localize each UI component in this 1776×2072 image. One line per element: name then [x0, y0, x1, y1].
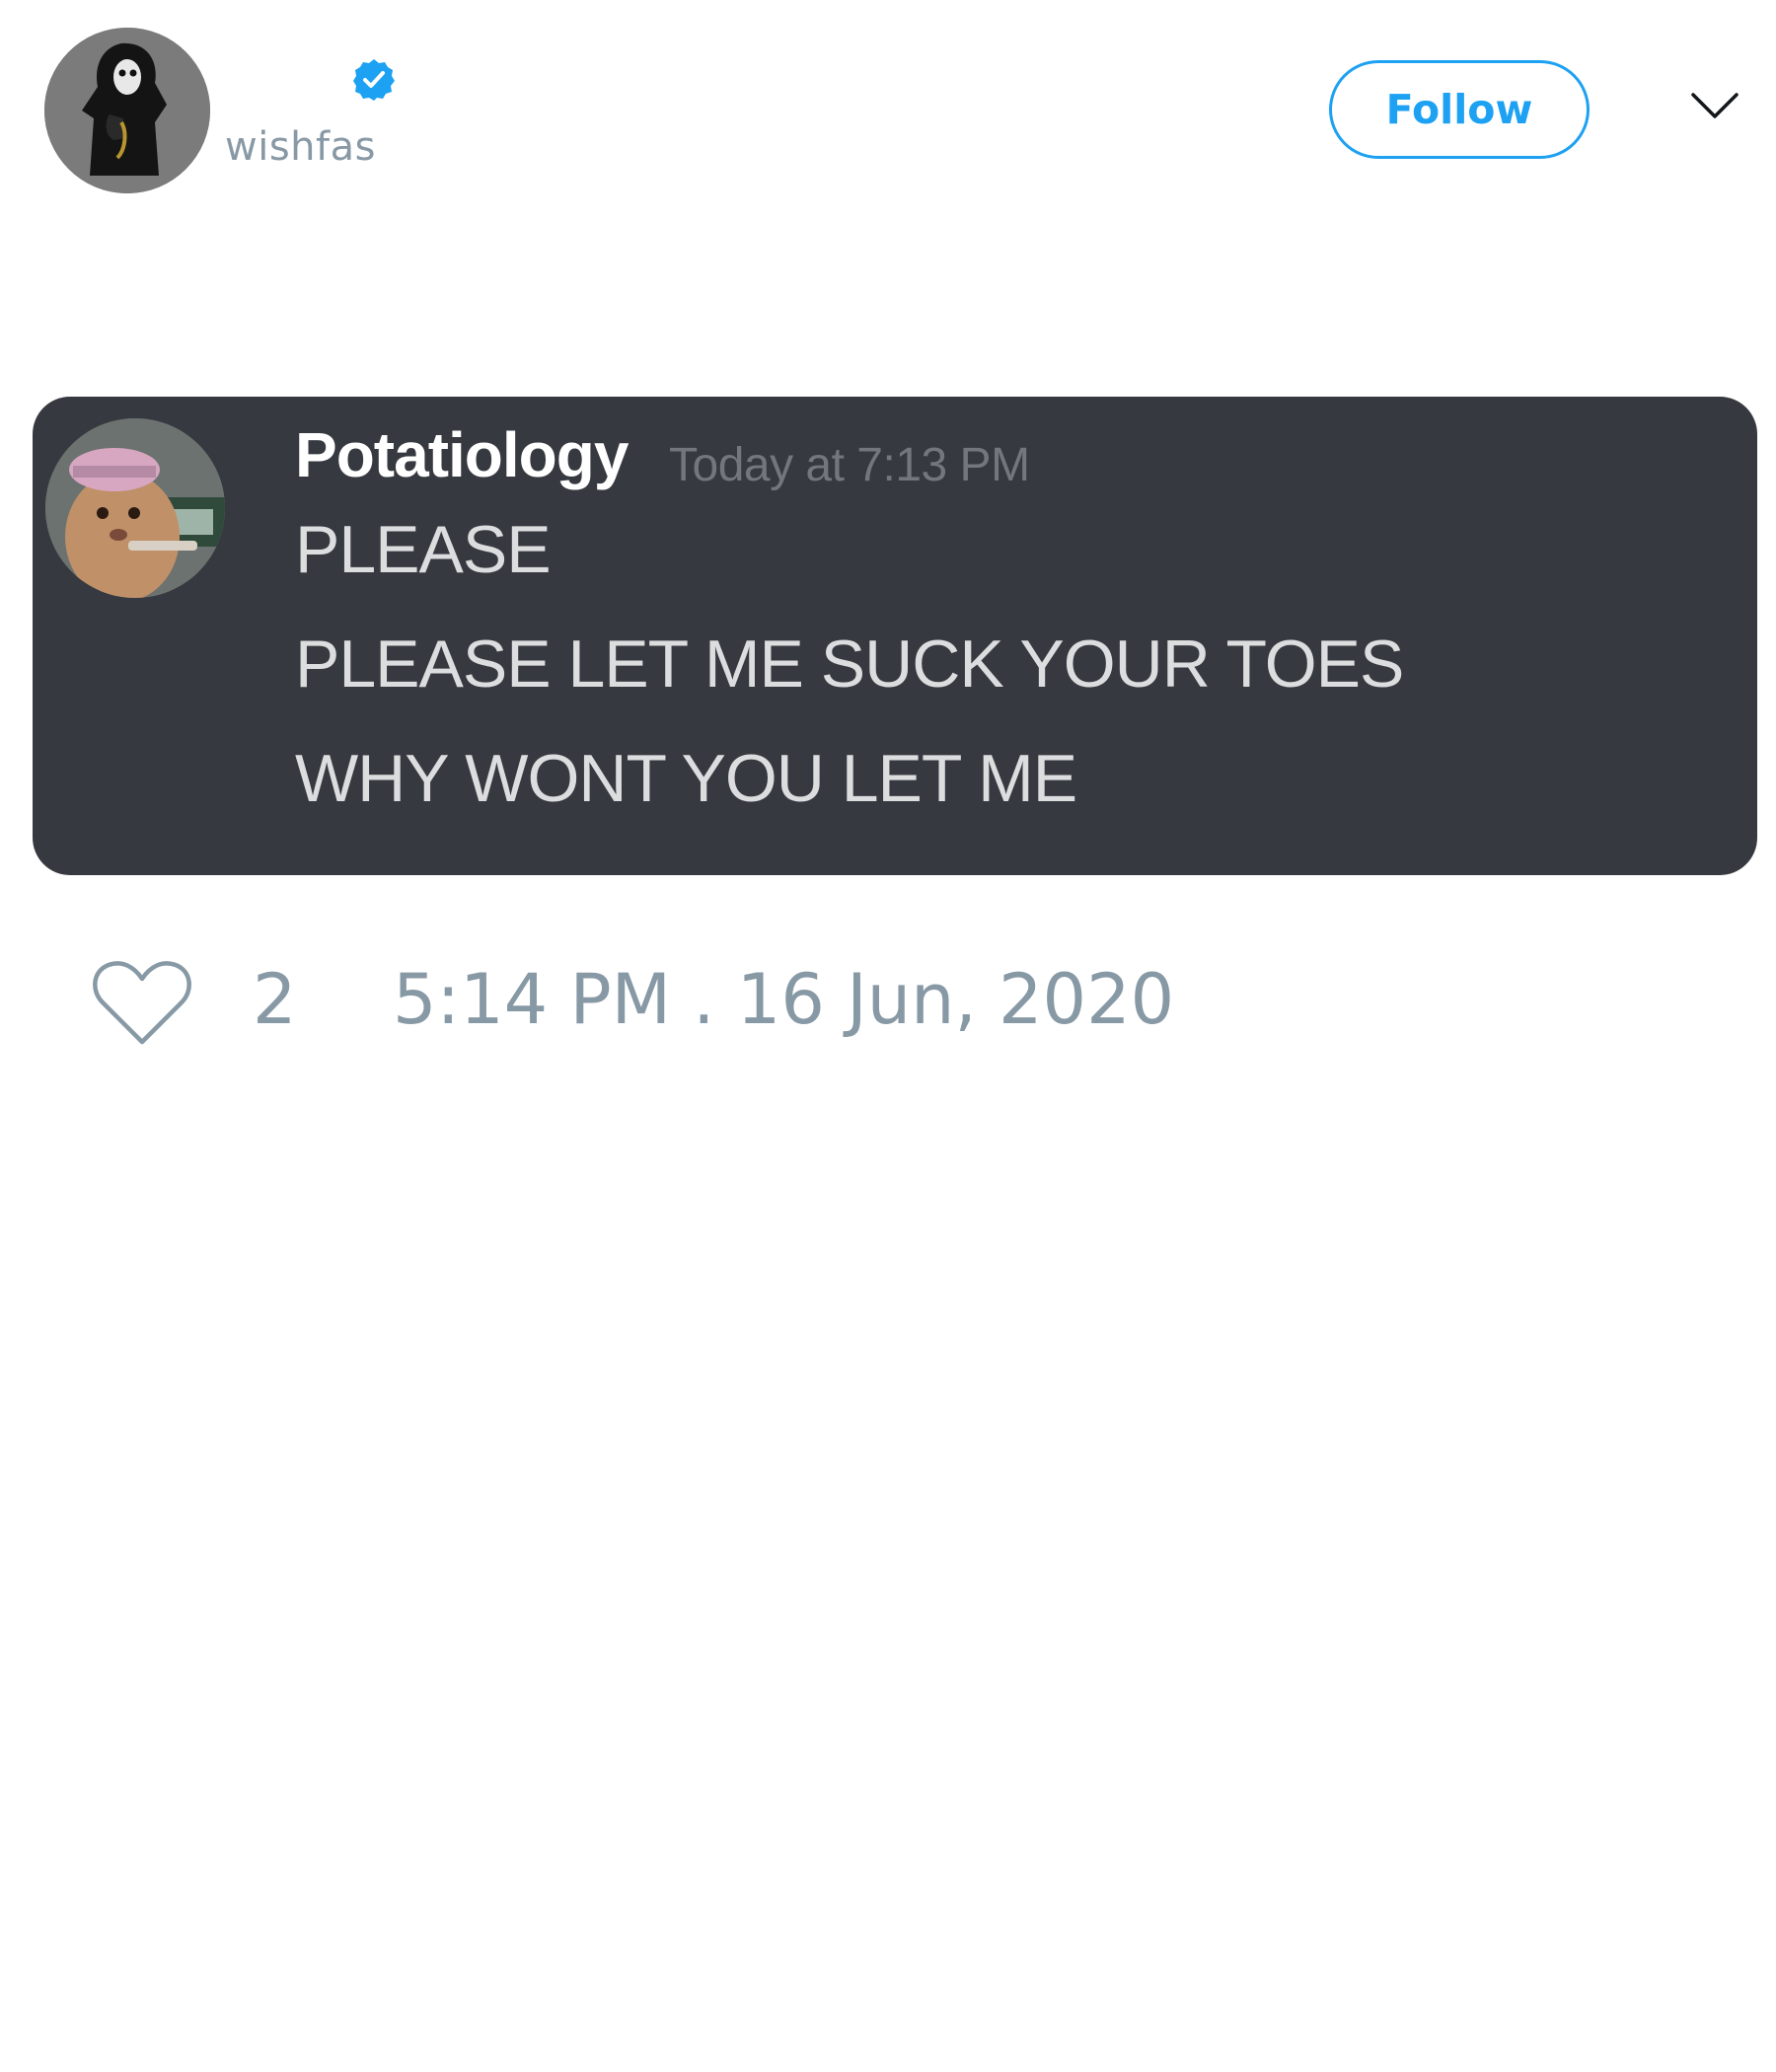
heart-icon[interactable] — [89, 955, 195, 1050]
follow-button[interactable]: Follow — [1329, 60, 1590, 159]
embed-message-line: WHY WONT YOU LET ME — [295, 741, 1077, 816]
embedded-message-image[interactable]: Potatiology Today at 7:13 PM PLEASE PLEA… — [33, 397, 1757, 875]
like-count[interactable]: 2 — [253, 959, 297, 1040]
embed-message-line: PLEASE — [295, 512, 552, 587]
verified-badge-icon — [351, 57, 397, 103]
tweet-timestamp[interactable]: 5:14 PM . 16 Jun, 2020 — [393, 959, 1174, 1040]
hamster-avatar-icon — [45, 418, 225, 598]
author-handle[interactable]: wishfas — [225, 124, 376, 170]
embed-message-line: PLEASE LET ME SUCK YOUR TOES — [295, 627, 1404, 702]
embed-timestamp: Today at 7:13 PM — [669, 439, 1030, 491]
tweet-header: wishfas Follow — [0, 0, 1776, 217]
chevron-down-icon[interactable] — [1689, 89, 1740, 124]
author-avatar[interactable] — [44, 28, 210, 193]
embed-username: Potatiology — [295, 419, 629, 490]
